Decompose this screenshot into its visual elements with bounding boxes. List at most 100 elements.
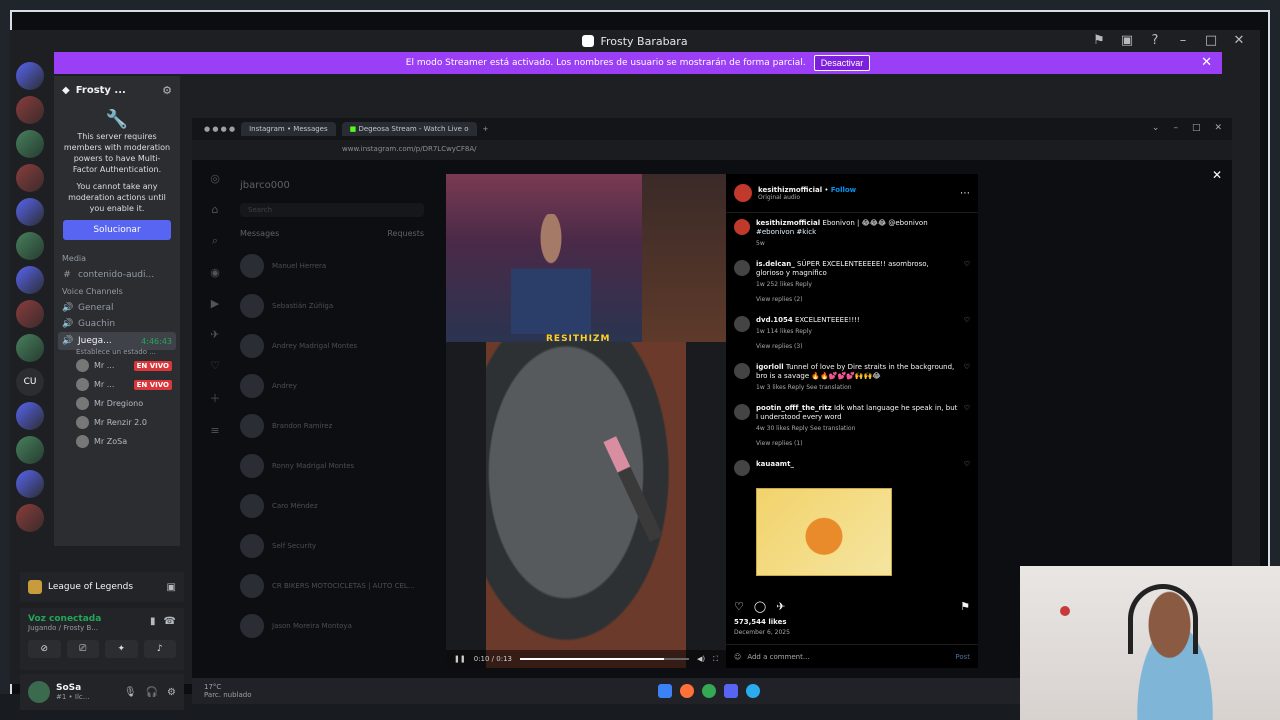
post-audio[interactable]: Original audio [758,194,856,201]
server-icon[interactable] [16,504,44,532]
dm-row[interactable]: Caro Méndez [232,486,432,526]
dm-row[interactable]: Andrey [232,366,432,406]
server-icon[interactable] [16,334,44,362]
avatar[interactable] [76,416,89,429]
minimize-icon[interactable]: – [1173,123,1178,133]
search-icon[interactable]: ⌕ [212,234,218,248]
like-comment-icon[interactable]: ♡ [964,404,970,448]
tab-instagram[interactable]: Instagram • Messages [241,122,336,136]
overlay-icon[interactable]: ▣ [167,582,176,593]
telegram-icon[interactable] [746,684,760,698]
disconnect-icon[interactable]: ☎ [164,616,176,627]
comment-user[interactable]: is.delcan_ [756,260,795,268]
camera-off-icon[interactable]: ⊘ [28,640,61,658]
voice-user[interactable]: Mr ... EN VIVO [54,375,180,394]
category-media[interactable]: Media [54,250,180,267]
server-icon[interactable] [16,436,44,464]
tab-kick[interactable]: Degeosa Stream - Watch Live o [341,122,477,136]
server-icon[interactable] [16,402,44,430]
discord-home-icon[interactable] [16,62,44,90]
comment-user[interactable]: igorloll [756,363,784,371]
voice-channel-guachin[interactable]: 🔊 Guachin [54,316,180,332]
comment-user[interactable]: pootin_offf_the_ritz [756,404,832,412]
soundboard-icon[interactable]: ♪ [143,640,176,658]
screen-share-icon[interactable]: ⎚ [66,640,99,658]
avatar[interactable] [734,404,750,420]
comment-user[interactable]: dvd.1054 [756,316,793,324]
settings-icon[interactable]: ⚙ [167,687,176,698]
like-count[interactable]: 573,544 likes [734,618,787,626]
server-icon[interactable] [16,266,44,294]
comment-meta[interactable]: 1w 114 likes Reply [756,327,958,336]
server-icon[interactable] [16,198,44,226]
create-icon[interactable]: ＋ [210,390,221,406]
instagram-icon[interactable]: ◎ [210,172,220,185]
dm-row[interactable]: Andrey Madrigal Montes [232,326,432,366]
weather-widget[interactable]: 17°C Parc. nublado [204,683,252,699]
dm-row[interactable]: CR BIKERS MOTOCICLETAS | AUTO CEL... [232,566,432,606]
disable-streamer-button[interactable]: Desactivar [813,55,871,71]
view-replies-link[interactable]: View replies (1) [756,439,958,448]
mic-icon[interactable]: 🎙 [124,687,137,698]
like-icon[interactable]: ♡ [734,600,744,613]
channel-status[interactable]: Establece un estado ... [54,348,180,356]
reels-icon[interactable]: ▶ [211,297,219,310]
comment-meta[interactable]: 1w 3 likes Reply See translation [756,383,958,392]
share-icon[interactable]: ✈ [776,600,785,613]
home-icon[interactable]: ⌂ [212,203,219,216]
avatar[interactable] [76,397,89,410]
comment-meta[interactable]: 1w 252 likes Reply [756,280,958,289]
like-comment-icon[interactable]: ♡ [964,316,970,351]
invite-icon[interactable]: ⚙ [162,84,172,97]
signal-icon[interactable]: ▮ [150,616,156,627]
server-icon[interactable] [16,164,44,192]
maximize-icon[interactable]: □ [1192,123,1201,133]
dm-row[interactable]: Manuel Herrera [232,246,432,286]
dm-row[interactable]: Brandon Ramírez [232,406,432,446]
dm-row[interactable]: Jason Moreira Montoya [232,606,432,646]
maximize-icon[interactable]: □ [1202,33,1220,48]
avatar[interactable] [734,460,750,476]
post-comment-button[interactable]: Post [955,653,970,661]
dm-row[interactable]: Sebastián Zúñiga [232,286,432,326]
video-progress[interactable] [519,658,689,660]
like-comment-icon[interactable]: ♡ [964,460,970,476]
reel-video[interactable]: RESITHIZM ❚❚ 0:10 / 0:13 ◀) ⛶ [446,174,726,668]
explore-icon[interactable]: ◉ [210,266,220,279]
avatar[interactable] [734,219,750,235]
avatar[interactable] [76,359,89,372]
server-icon[interactable] [16,300,44,328]
avatar[interactable] [734,316,750,332]
voice-channel-general[interactable]: 🔊 General [54,300,180,316]
dm-row[interactable]: Self Security [232,526,432,566]
chrome-icon[interactable] [702,684,716,698]
help-icon[interactable]: ? [1146,33,1164,48]
like-comment-icon[interactable]: ♡ [964,260,970,304]
voice-user[interactable]: Mr ... EN VIVO [54,356,180,375]
avatar[interactable] [76,378,89,391]
headphones-icon[interactable]: 🎧 [146,687,158,698]
view-replies-link[interactable]: View replies (2) [756,295,958,304]
comment-user[interactable]: kauaamt_ [756,460,794,468]
comment-input[interactable]: Add a comment... [747,653,809,661]
avatar[interactable] [76,435,89,448]
activities-icon[interactable]: ✦ [105,640,138,658]
like-comment-icon[interactable]: ♡ [964,363,970,392]
close-banner-icon[interactable]: ✕ [1201,55,1212,70]
fullscreen-icon[interactable]: ⛶ [713,655,718,664]
text-channel-contenido[interactable]: # contenido-audi... [54,267,180,283]
game-activity[interactable]: League of Legends ▣ [20,572,184,602]
flag-icon[interactable]: ⚑ [1090,33,1108,48]
close-window-icon[interactable]: ✕ [1230,33,1248,48]
pause-icon[interactable]: ❚❚ [454,655,466,663]
windows-start-icon[interactable] [658,684,672,698]
dm-handle[interactable]: jbarco000 [232,172,432,199]
avatar[interactable] [734,184,752,202]
bookmark-icon[interactable]: ⚑ [960,600,970,613]
server-icon[interactable] [16,470,44,498]
caption-user[interactable]: kesithizmofficial [756,219,820,227]
minimize-icon[interactable]: – [1174,33,1192,48]
server-icon[interactable] [16,130,44,158]
server-header[interactable]: ◆ Frosty ... ⚙ [54,76,180,104]
server-icon-cu[interactable]: CU [16,368,44,396]
